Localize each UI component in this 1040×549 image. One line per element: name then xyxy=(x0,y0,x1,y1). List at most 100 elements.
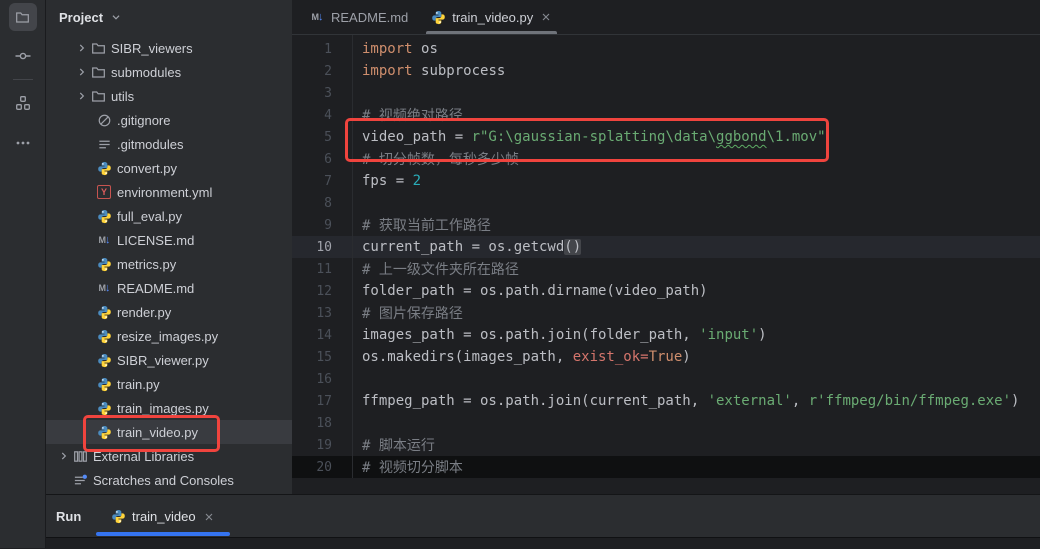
editor-tab-readme-md[interactable]: M↓README.md xyxy=(298,0,419,34)
folder-icon xyxy=(15,9,31,25)
code-line-11[interactable]: 11# 上一级文件夹所在路径 xyxy=(292,258,1040,280)
line-number: 3 xyxy=(292,86,332,101)
code-line-5[interactable]: 5 video_path = r"G:\gaussian-splatting\da… xyxy=(292,126,1040,148)
editor-tab-label: train_video.py xyxy=(452,10,533,25)
project-panel-title: Project xyxy=(59,10,103,25)
code-line-12[interactable]: 12 folder_path = os.path.dirname(video_pa… xyxy=(292,280,1040,302)
line-number: 19 xyxy=(292,438,332,453)
code-token: # 视频绝对路径 xyxy=(362,108,463,124)
code-token: images_path = os.path.join(folder_path, xyxy=(362,327,699,343)
code-token: import xyxy=(362,41,421,57)
code-line-8[interactable]: 8 xyxy=(292,192,1040,214)
code-line-13[interactable]: 13# 图片保存路径 xyxy=(292,302,1040,324)
code-line-text: # 脚本运行 xyxy=(332,435,435,455)
code-line-text: import os xyxy=(332,41,438,57)
run-console-partial-row xyxy=(46,537,1040,549)
chevron-right-icon xyxy=(74,88,89,104)
code-token: folder_path = os.path.dirname(video_path… xyxy=(362,283,708,299)
python-icon xyxy=(96,424,112,440)
code-token: os.makedirs(images_path, xyxy=(362,349,573,365)
project-tool-window: Project SIBR_viewers submodules utils .giti… xyxy=(46,0,292,494)
code-line-2[interactable]: 2import subprocess xyxy=(292,60,1040,82)
code-line-3[interactable]: 3 xyxy=(292,82,1040,104)
line-number: 17 xyxy=(292,394,332,409)
toolwindow-button-commit[interactable] xyxy=(9,42,37,70)
line-number: 8 xyxy=(292,196,332,211)
code-line-10[interactable]: 10current_path = os.getcwd() xyxy=(292,236,1040,258)
code-line-1[interactable]: 1import os xyxy=(292,38,1040,60)
tree-item-external-libraries[interactable]: External Libraries xyxy=(46,444,292,468)
code-line-9[interactable]: 9# 获取当前工作路径 xyxy=(292,214,1040,236)
tree-item--gitignore[interactable]: .gitignore xyxy=(46,108,292,132)
tree-item--gitmodules[interactable]: .gitmodules xyxy=(46,132,292,156)
code-token: video_path = xyxy=(362,129,472,145)
tree-item-resize-images-py[interactable]: resize_images.py xyxy=(46,324,292,348)
tree-item-submodules[interactable]: submodules xyxy=(46,60,292,84)
code-line-20[interactable]: 20# 视频切分脚本 xyxy=(292,456,1040,478)
tree-item-train-images-py[interactable]: train_images.py xyxy=(46,396,292,420)
code-token: ) xyxy=(1011,393,1019,409)
code-token: r"G:\gaussian-splatting\data\ xyxy=(472,129,716,145)
code-line-4[interactable]: 4 # 视频绝对路径 xyxy=(292,104,1040,126)
tree-item-environment-yml[interactable]: Yenvironment.yml xyxy=(46,180,292,204)
tree-item-render-py[interactable]: render.py xyxy=(46,300,292,324)
tree-item-license-md[interactable]: M↓LICENSE.md xyxy=(46,228,292,252)
tree-item-full-eval-py[interactable]: full_eval.py xyxy=(46,204,292,228)
code-line-7[interactable]: 7fps = 2 xyxy=(292,170,1040,192)
code-line-14[interactable]: 14 images_path = os.path.join(folder_path… xyxy=(292,324,1040,346)
line-number: 7 xyxy=(292,174,332,189)
structure-icon xyxy=(15,95,31,111)
tree-item-scratches-and-consoles[interactable]: Scratches and Consoles xyxy=(46,468,292,492)
tree-item-metrics-py[interactable]: metrics.py xyxy=(46,252,292,276)
tree-item-utils[interactable]: utils xyxy=(46,84,292,108)
line-number: 12 xyxy=(292,284,332,299)
tree-item-label: SIBR_viewers xyxy=(111,41,193,56)
more-icon xyxy=(15,135,31,151)
chevron-right-icon xyxy=(56,448,71,464)
line-number: 5 xyxy=(292,130,332,145)
toolwindow-button-folder[interactable] xyxy=(9,3,37,31)
tree-item-sibr-viewers[interactable]: SIBR_viewers xyxy=(46,36,292,60)
line-number: 14 xyxy=(292,328,332,343)
code-line-19[interactable]: 19# 脚本运行 xyxy=(292,434,1040,456)
code-token: r'ffmpeg/bin/ffmpeg.exe' xyxy=(809,393,1011,409)
markdown-icon: M↓ xyxy=(96,232,112,248)
editor-tab-train-video-py[interactable]: train_video.py xyxy=(419,0,564,34)
code-line-text: # 获取当前工作路径 xyxy=(332,215,491,235)
project-panel-header[interactable]: Project xyxy=(46,0,292,34)
code-line-text: # 上一级文件夹所在路径 xyxy=(332,259,519,279)
code-line-15[interactable]: 15os.makedirs(images_path, exist_ok=True… xyxy=(292,346,1040,368)
toolwindow-button-structure[interactable] xyxy=(9,89,37,117)
run-tab-label: train_video xyxy=(132,509,196,524)
tree-item-label: README.md xyxy=(117,281,194,296)
line-number: 13 xyxy=(292,306,332,321)
toolwindow-button-more[interactable] xyxy=(9,129,37,157)
close-icon[interactable] xyxy=(539,10,553,24)
run-tab-train-video[interactable]: train_video xyxy=(96,495,230,538)
code-line-18[interactable]: 18 xyxy=(292,412,1040,434)
code-token: ) xyxy=(758,327,766,343)
tree-item-label: SIBR_viewer.py xyxy=(117,353,209,368)
code-line-text: # 图片保存路径 xyxy=(332,303,463,323)
tree-item-sibr-viewer-py[interactable]: SIBR_viewer.py xyxy=(46,348,292,372)
code-line-16[interactable]: 16 xyxy=(292,368,1040,390)
tree-item-label: utils xyxy=(111,89,134,104)
line-number: 4 xyxy=(292,108,332,123)
tree-item-train-py[interactable]: train.py xyxy=(46,372,292,396)
tree-item-convert-py[interactable]: convert.py xyxy=(46,156,292,180)
tree-item-label: submodules xyxy=(111,65,181,80)
stripe-divider xyxy=(13,79,33,80)
code-line-text: folder_path = os.path.dirname(video_path… xyxy=(332,283,708,299)
tree-item-readme-md[interactable]: M↓README.md xyxy=(46,276,292,300)
project-file-tree: SIBR_viewers submodules utils .gitignore.gi… xyxy=(46,34,292,492)
code-token: True xyxy=(649,349,683,365)
code-line-17[interactable]: 17ffmpeg_path = os.path.join(current_pat… xyxy=(292,390,1040,412)
tree-item-label: Scratches and Consoles xyxy=(93,473,234,488)
close-icon[interactable] xyxy=(202,510,216,524)
commit-icon xyxy=(15,48,31,64)
code-line-6[interactable]: 6# 切分帧数，每秒多少帧 xyxy=(292,148,1040,170)
python-icon xyxy=(110,509,126,525)
code-editor[interactable]: 1import os2import subprocess 3 4 # 视频绝对路径 5 v… xyxy=(292,35,1040,478)
tree-item-train-video-py[interactable]: train_video.py xyxy=(46,420,292,444)
run-panel-title: Run xyxy=(56,509,96,524)
